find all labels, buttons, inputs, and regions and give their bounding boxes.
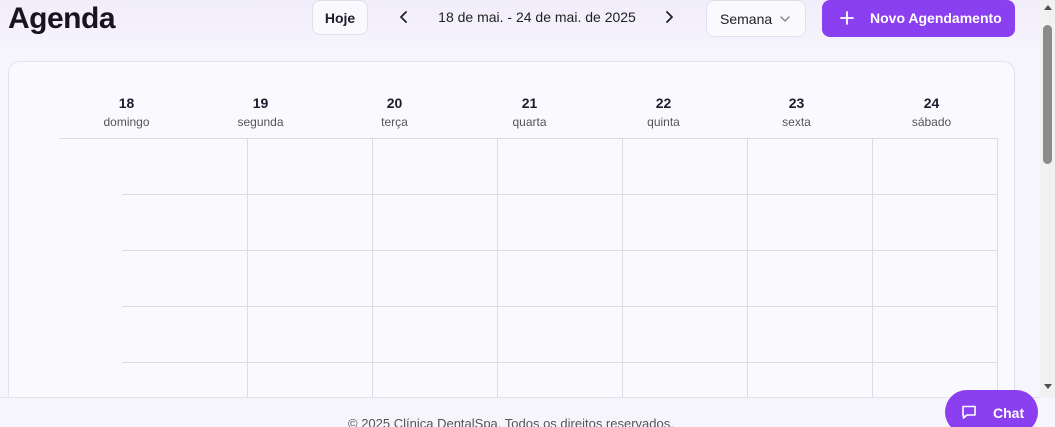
column-line [872,138,873,420]
chevron-left-icon [400,11,407,23]
day-header-sunday[interactable]: 18 domingo [59,95,194,129]
column-line [497,138,498,420]
new-appointment-button[interactable]: Novo Agendamento [822,0,1015,37]
date-range-label: 18 de mai. - 24 de mai. de 2025 [438,9,636,25]
chevron-down-icon [780,16,790,22]
day-header-wednesday[interactable]: 21 quarta [462,95,597,129]
previous-week-button[interactable] [392,6,416,28]
column-line [372,138,373,420]
page-footer: © 2025 Clínica DentalSpa. Todos os direi… [0,397,1040,427]
view-select-value: Semana [720,10,773,27]
view-select[interactable]: Semana [706,0,806,37]
today-button[interactable]: Hoje [312,0,368,35]
hour-line [122,306,998,307]
next-week-button[interactable] [657,6,681,28]
column-line [622,138,623,420]
column-line [997,138,998,420]
scroll-down-arrow-icon[interactable] [1040,380,1055,394]
header-divider [59,138,998,139]
day-header-tuesday[interactable]: 20 terça [327,95,462,129]
day-header-saturday[interactable]: 24 sábado [864,95,999,129]
chat-bubble-icon [962,405,976,419]
scroll-up-arrow-icon[interactable] [1040,0,1055,14]
hour-line [122,250,998,251]
page-title: Agenda [8,2,116,35]
day-number: 18 [118,95,135,111]
day-header-friday[interactable]: 23 sexta [729,95,864,129]
hour-line [122,362,998,363]
day-number: 19 [252,95,269,111]
day-number: 23 [788,95,805,111]
footer-copyright: © 2025 Clínica DentalSpa. Todos os direi… [348,416,674,427]
chevron-right-icon [666,11,673,23]
chat-label: Chat [993,405,1025,421]
chat-button[interactable]: Chat [945,390,1038,427]
day-header-thursday[interactable]: 22 quinta [596,95,731,129]
day-name: sexta [782,115,811,129]
day-header-monday[interactable]: 19 segunda [193,95,328,129]
day-name: quinta [647,115,680,129]
day-name: quarta [512,115,547,129]
plus-icon [840,11,854,25]
day-number: 24 [923,95,940,111]
column-line [747,138,748,420]
day-name: terça [381,115,408,129]
day-number: 21 [521,95,538,111]
day-name: segunda [237,115,284,129]
day-name: domingo [103,115,150,129]
day-name: sábado [911,115,952,129]
scrollbar-thumb[interactable] [1043,25,1052,164]
new-appointment-label: Novo Agendamento [870,10,1002,26]
calendar-week-view: 18 domingo 19 segunda 20 terça 21 quarta… [8,61,1015,421]
day-number: 22 [655,95,672,111]
day-number: 20 [386,95,403,111]
hour-line [122,194,998,195]
column-line [247,138,248,420]
